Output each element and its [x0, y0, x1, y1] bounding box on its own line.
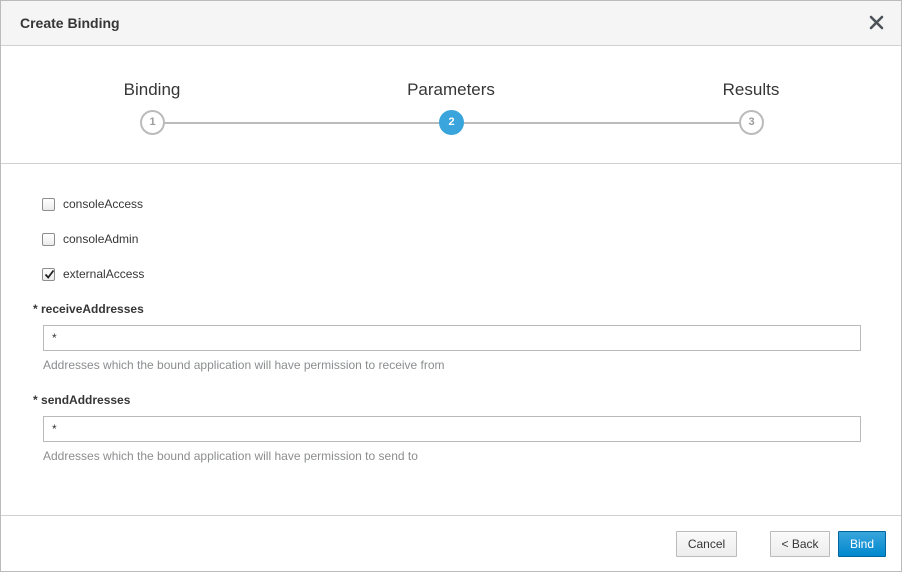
send-addresses-input[interactable] [43, 416, 861, 442]
close-icon [869, 15, 884, 30]
receive-addresses-label-text: receiveAddresses [41, 302, 144, 316]
console-access-checkbox[interactable] [42, 197, 55, 211]
external-access-checkbox[interactable] [42, 267, 55, 281]
cancel-button[interactable]: Cancel [676, 531, 737, 557]
external-access-label: externalAccess [63, 267, 145, 281]
check-icon [44, 269, 55, 279]
checkbox-row-console-admin: consoleAdmin [42, 230, 138, 248]
console-access-label: consoleAccess [63, 197, 144, 211]
send-addresses-help: Addresses which the bound application wi… [43, 449, 418, 463]
send-addresses-label-text: sendAddresses [41, 393, 131, 407]
send-addresses-label: * sendAddresses [33, 393, 130, 407]
wizard-step-number: 1 [140, 110, 165, 135]
receive-addresses-label: * receiveAddresses [33, 302, 144, 316]
checkbox-row-console-access: consoleAccess [42, 195, 143, 213]
close-button[interactable] [867, 12, 887, 34]
back-button[interactable]: < Back [770, 531, 830, 557]
console-admin-label: consoleAdmin [63, 232, 139, 246]
dialog-header: Create Binding [1, 1, 901, 46]
console-admin-checkbox[interactable] [42, 232, 55, 246]
wizard-step-number: 2 [439, 110, 464, 135]
required-marker: * [33, 393, 38, 407]
dialog-title: Create Binding [20, 15, 120, 31]
wizard-step-label: Binding [123, 80, 181, 99]
wizard-steps: Binding 1 Parameters 2 Results 3 [1, 47, 901, 164]
receive-addresses-input[interactable] [43, 325, 861, 351]
receive-addresses-help: Addresses which the bound application wi… [43, 358, 445, 372]
dialog-footer: Cancel < Back Bind [1, 515, 901, 573]
create-binding-dialog: Create Binding Binding 1 Parameters 2 Re… [0, 0, 902, 572]
bind-button[interactable]: Bind [838, 531, 886, 557]
checkbox-row-external-access: externalAccess [42, 265, 144, 283]
wizard-step-label: Results [722, 80, 780, 99]
wizard-step-label: Parameters [407, 80, 495, 99]
required-marker: * [33, 302, 38, 316]
wizard-step-number: 3 [739, 110, 764, 135]
